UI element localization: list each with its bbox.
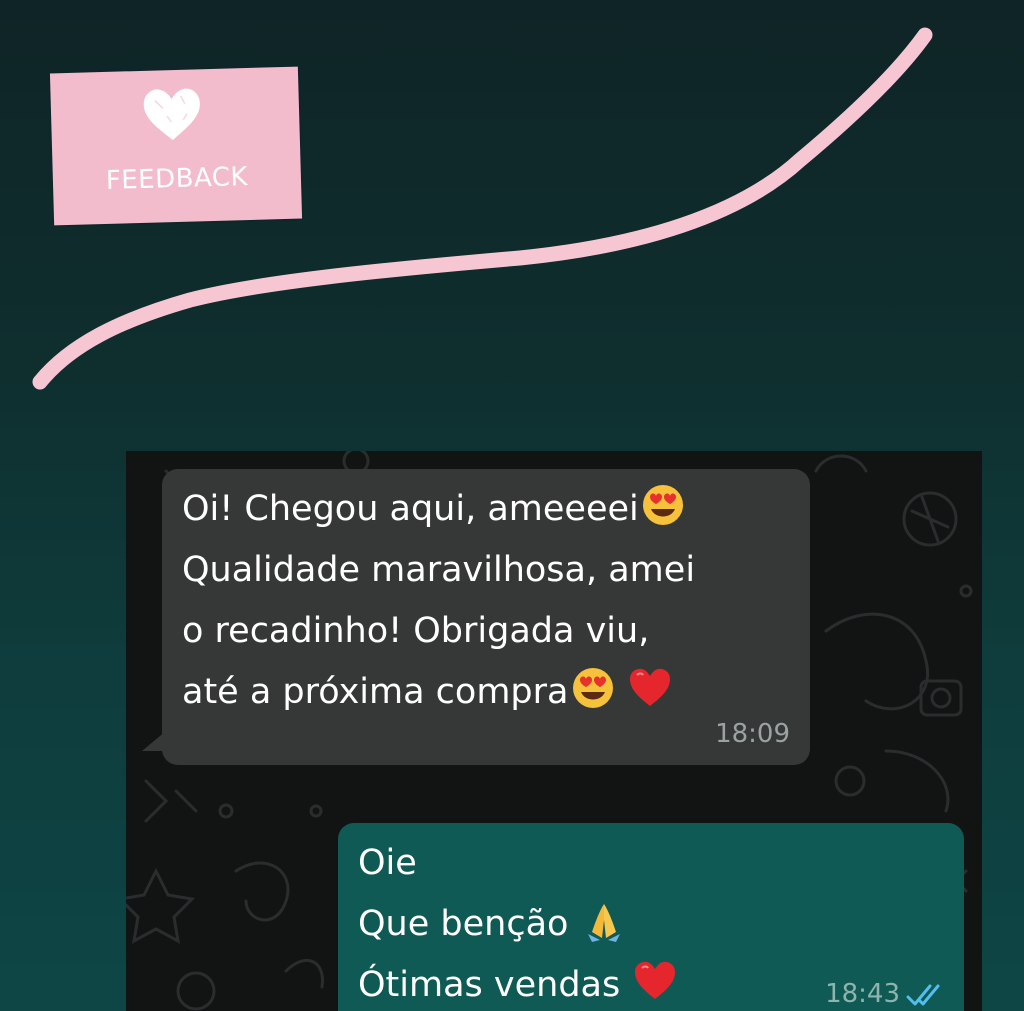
bubble-tail xyxy=(142,731,166,751)
heart-eyes-emoji xyxy=(641,483,685,527)
incoming-message-text: Oi! Chegou aqui, ameeeei Qualidade marav… xyxy=(182,479,695,723)
outgoing-message-text: Oie Que benção Ótimas vendas xyxy=(358,833,677,1011)
message-line: Oi! Chegou aqui, ameeeei xyxy=(182,489,639,529)
heart-icon xyxy=(140,85,204,143)
incoming-message-bubble[interactable]: Oi! Chegou aqui, ameeeei Qualidade marav… xyxy=(142,469,810,765)
chat-screenshot: Oi! Chegou aqui, ameeeei Qualidade marav… xyxy=(126,451,982,1011)
heart-eyes-emoji xyxy=(571,666,615,710)
outgoing-message-bubble[interactable]: Oie Que benção Ótimas vendas 18:43 xyxy=(338,823,964,1011)
message-line: Qualidade maravilhosa, amei xyxy=(182,550,696,590)
message-line: Oie xyxy=(358,843,417,883)
message-time: 18:09 xyxy=(715,719,790,749)
folded-hands-emoji xyxy=(582,898,626,942)
feedback-sticker: FEEDBACK xyxy=(49,66,303,226)
red-heart-emoji xyxy=(633,959,677,1003)
message-time: 18:43 xyxy=(825,979,900,1009)
message-line: até a próxima compra xyxy=(182,672,569,712)
message-line: o recadinho! Obrigada viu, xyxy=(182,611,650,651)
sticker-label: FEEDBACK xyxy=(105,162,249,196)
red-heart-emoji xyxy=(628,666,672,710)
message-line: Ótimas vendas xyxy=(358,965,621,1005)
message-line: Que benção xyxy=(358,904,569,944)
double-check-icon xyxy=(906,984,940,1006)
